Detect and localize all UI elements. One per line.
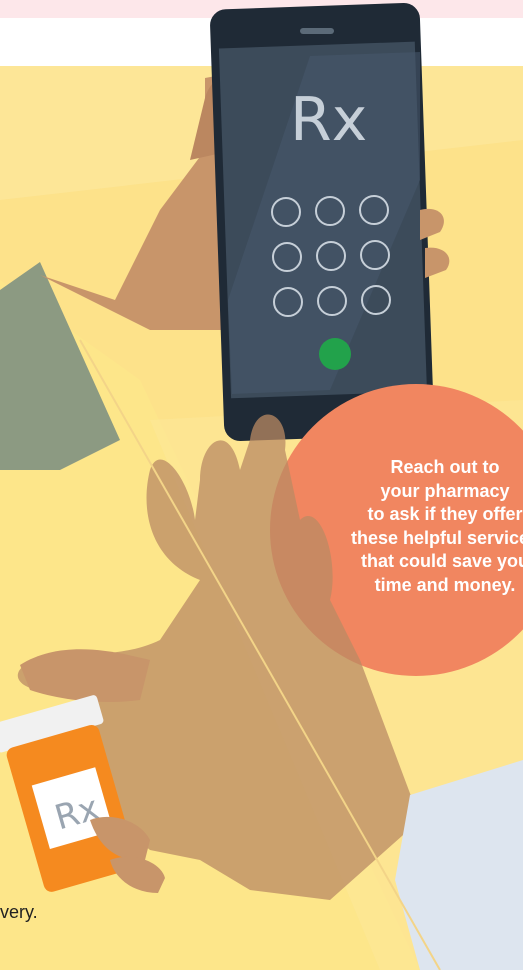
finger [110, 856, 165, 893]
phone-rx-icon: Rx [290, 85, 367, 155]
phone: Rx [210, 3, 434, 441]
call-button [319, 338, 351, 370]
lower-thumb [20, 649, 150, 702]
footer-text-fragment: very. [0, 902, 38, 922]
phone-speaker [300, 28, 334, 34]
page: { "illustration": { "phone_glyph": "Rx",… [0, 0, 523, 970]
bubble-message: Reach out to your pharmacy to ask if the… [350, 457, 523, 595]
